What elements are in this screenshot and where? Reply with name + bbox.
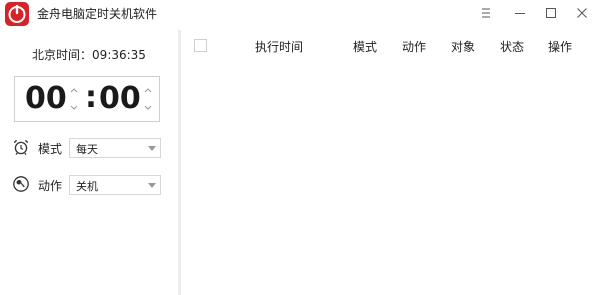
task-table-body xyxy=(181,60,600,295)
pin-button[interactable] xyxy=(472,2,500,24)
dropdown-arrow-icon xyxy=(148,183,156,188)
app-logo xyxy=(5,2,29,26)
minutes-value[interactable]: 00 xyxy=(99,81,141,117)
dropdown-arrow-icon xyxy=(148,146,156,151)
settings-panel: 北京时间：09:36:35 00 : 00 模式 每天 动作 关机 xyxy=(0,32,178,295)
column-header-time: 执行时间 xyxy=(255,40,304,54)
app-title: 金舟电脑定时关机软件 xyxy=(37,7,158,21)
time-separator: : xyxy=(85,80,97,115)
hours-down-button[interactable] xyxy=(68,101,80,115)
alarm-clock-icon xyxy=(12,138,30,156)
chevron-up-icon xyxy=(70,88,78,93)
wrench-icon xyxy=(12,175,30,193)
column-header-mode: 模式 xyxy=(353,40,378,54)
column-header-action: 动作 xyxy=(402,40,427,54)
task-table-header: 执行时间 模式 动作 对象 状态 操作 xyxy=(181,32,600,60)
action-select-value: 关机 xyxy=(76,180,98,193)
mode-label: 模式 xyxy=(38,142,63,156)
timer-input[interactable]: 00 : 00 xyxy=(14,76,160,122)
column-header-status: 状态 xyxy=(500,40,525,54)
mode-select-value: 每天 xyxy=(76,143,98,156)
column-header-operation: 操作 xyxy=(548,40,573,54)
chevron-up-icon xyxy=(144,88,152,93)
mode-select[interactable]: 每天 xyxy=(69,138,161,158)
minutes-down-button[interactable] xyxy=(142,101,154,115)
minimize-icon xyxy=(515,13,525,14)
action-select[interactable]: 关机 xyxy=(69,175,161,195)
beijing-time-clock: 北京时间：09:36:35 xyxy=(32,48,146,62)
minutes-up-button[interactable] xyxy=(142,83,154,97)
column-header-target: 对象 xyxy=(451,40,476,54)
pin-icon xyxy=(482,8,490,18)
close-icon xyxy=(577,8,587,18)
minimize-button[interactable] xyxy=(506,2,534,24)
maximize-icon xyxy=(546,8,556,18)
hours-value[interactable]: 00 xyxy=(25,81,67,117)
select-all-checkbox[interactable] xyxy=(194,39,207,52)
chevron-down-icon xyxy=(144,105,152,110)
title-bar: 金舟电脑定时关机软件 xyxy=(0,0,600,28)
maximize-button[interactable] xyxy=(537,2,565,24)
close-button[interactable] xyxy=(568,2,596,24)
chevron-down-icon xyxy=(70,105,78,110)
action-label: 动作 xyxy=(38,179,63,193)
hours-up-button[interactable] xyxy=(68,83,80,97)
